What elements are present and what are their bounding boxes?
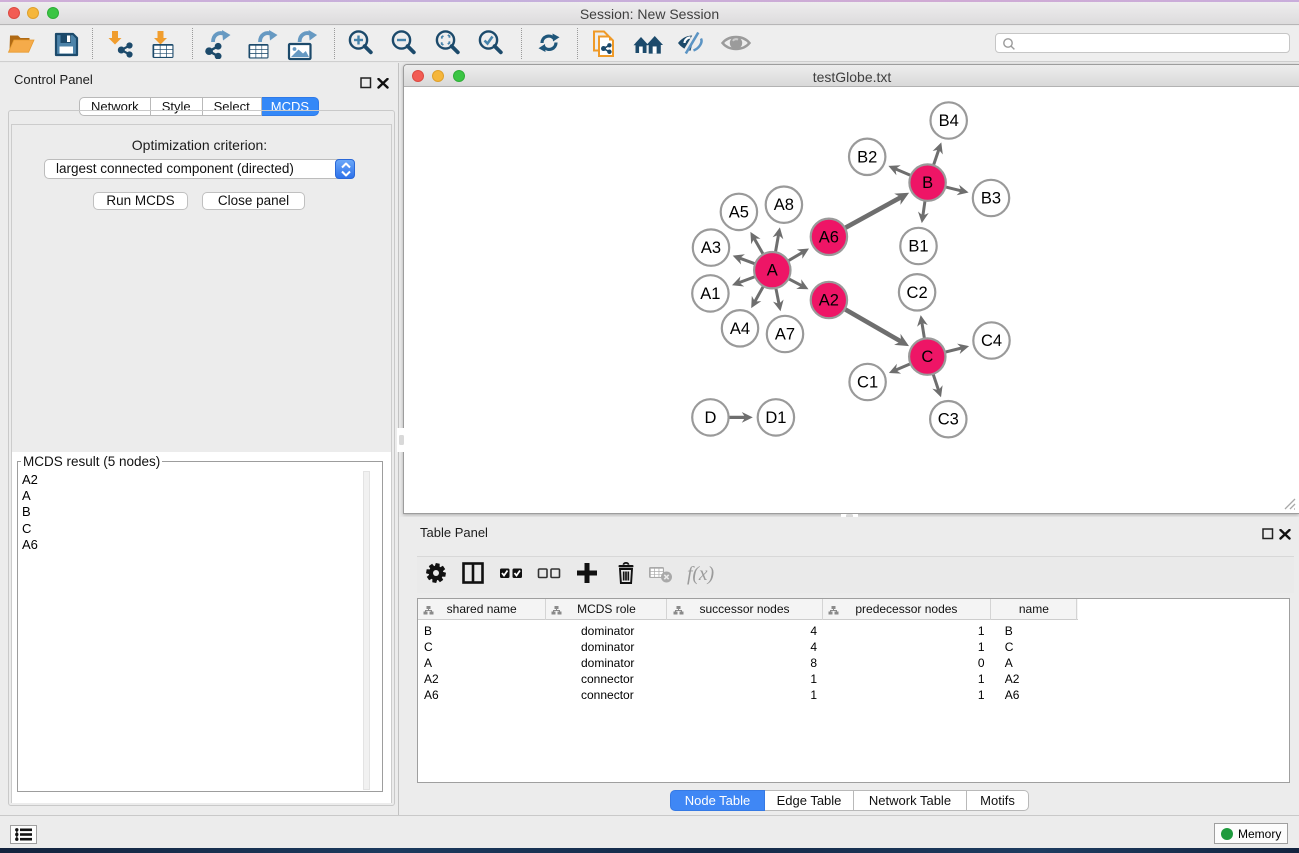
svg-text:A6: A6 [819,228,839,246]
svg-text:B1: B1 [908,238,928,256]
svg-text:C2: C2 [907,284,928,302]
svg-text:C3: C3 [938,411,959,429]
svg-text:D: D [704,409,716,427]
svg-text:A8: A8 [774,196,794,214]
svg-text:C4: C4 [981,332,1002,350]
svg-text:C: C [921,348,933,366]
svg-text:A5: A5 [729,203,749,221]
svg-text:A1: A1 [700,285,720,303]
svg-text:A: A [767,262,778,280]
svg-text:f(x): f(x) [687,564,714,585]
svg-text:A3: A3 [701,239,721,257]
svg-text:B3: B3 [981,190,1001,208]
svg-text:C1: C1 [857,374,878,392]
svg-text:A4: A4 [730,320,750,338]
svg-text:B: B [922,174,933,192]
svg-text:A2: A2 [819,292,839,310]
svg-text:B4: B4 [939,112,959,130]
svg-text:D1: D1 [765,409,786,427]
svg-text:B2: B2 [857,148,877,166]
svg-text:A7: A7 [775,326,795,344]
